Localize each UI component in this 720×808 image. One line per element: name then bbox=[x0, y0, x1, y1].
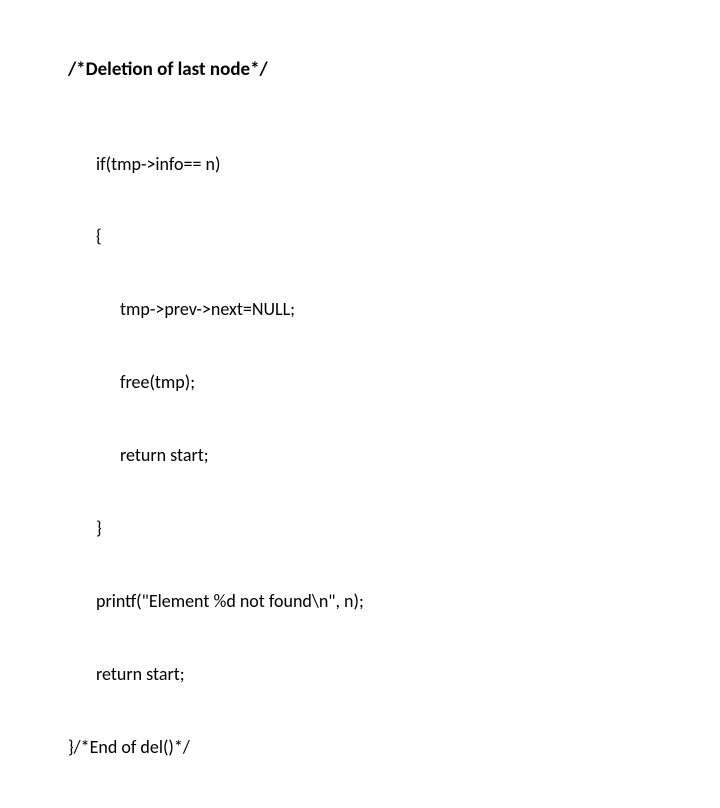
code-line: if(tmp->info== n) bbox=[68, 152, 720, 176]
code-block: if(tmp->info== n) { tmp->prev->next=NULL… bbox=[68, 103, 720, 808]
code-line: { bbox=[68, 224, 720, 248]
code-line: return start; bbox=[68, 662, 720, 686]
code-line: free(tmp); bbox=[68, 370, 720, 394]
code-line: } bbox=[68, 516, 720, 540]
code-line: printf("Element %d not found\n", n); bbox=[68, 589, 720, 613]
slide: /*Deletion of last node*/ if(tmp->info==… bbox=[0, 0, 720, 540]
code-line: return start; bbox=[68, 443, 720, 467]
code-line: tmp->prev->next=NULL; bbox=[68, 297, 720, 321]
code-line: }/*End of del()*/ bbox=[68, 735, 720, 759]
slide-title: /*Deletion of last node*/ bbox=[68, 58, 720, 81]
